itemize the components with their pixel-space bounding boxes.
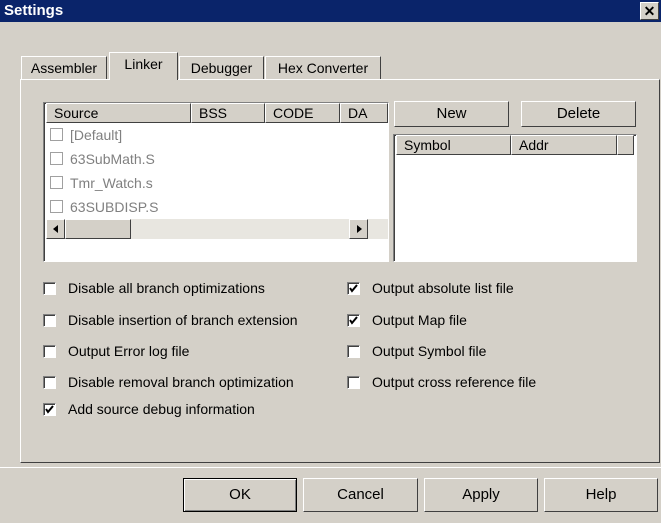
option-output-error-log[interactable]: Output Error log file xyxy=(43,341,189,361)
checkbox-checked[interactable] xyxy=(347,282,360,295)
row-checkbox[interactable] xyxy=(50,200,63,213)
row-checkbox[interactable] xyxy=(50,152,63,165)
arrow-left-icon xyxy=(52,225,58,233)
tab-linker[interactable]: Linker xyxy=(109,52,178,80)
column-header-source[interactable]: Source xyxy=(46,103,191,123)
arrow-right-icon xyxy=(356,225,362,233)
symbol-list[interactable]: Symbol Addr xyxy=(393,134,637,262)
checkbox[interactable] xyxy=(43,282,56,295)
tab-debugger[interactable]: Debugger xyxy=(179,56,264,80)
column-header-empty xyxy=(617,135,634,155)
title-bar: Settings ✕ xyxy=(0,0,661,22)
option-output-map-file[interactable]: Output Map file xyxy=(347,310,467,330)
option-output-cross-reference[interactable]: Output cross reference file xyxy=(347,372,536,392)
option-add-source-debug-info[interactable]: Add source debug information xyxy=(43,399,255,419)
checkbox[interactable] xyxy=(347,345,360,358)
option-disable-all-branch-optimizations[interactable]: Disable all branch optimizations xyxy=(43,278,265,298)
ok-button[interactable]: OK xyxy=(183,478,297,512)
tab-label: Linker xyxy=(124,56,163,72)
source-list[interactable]: Source BSS CODE DA [Default] 63SubMath.S… xyxy=(43,102,389,262)
tab-hex-converter[interactable]: Hex Converter xyxy=(265,56,381,80)
scroll-thumb[interactable] xyxy=(65,219,131,239)
row-checkbox[interactable] xyxy=(50,176,63,189)
delete-button[interactable]: Delete xyxy=(521,101,636,127)
checkbox[interactable] xyxy=(43,376,56,389)
help-button[interactable]: Help xyxy=(544,478,658,512)
checkmark-icon xyxy=(349,284,358,293)
checkbox[interactable] xyxy=(43,314,56,327)
list-item[interactable]: 63SUBDISP.S xyxy=(50,197,158,217)
column-header-symbol[interactable]: Symbol xyxy=(396,135,511,155)
scroll-right-button[interactable] xyxy=(349,219,368,239)
option-disable-removal-branch-optimization[interactable]: Disable removal branch optimization xyxy=(43,372,294,392)
tab-assembler[interactable]: Assembler xyxy=(21,56,107,80)
window-title: Settings xyxy=(4,2,64,19)
close-button[interactable]: ✕ xyxy=(640,2,659,20)
checkmark-icon xyxy=(349,316,358,325)
column-header-bss[interactable]: BSS xyxy=(191,103,265,123)
option-output-symbol-file[interactable]: Output Symbol file xyxy=(347,341,486,361)
divider xyxy=(0,467,661,468)
checkmark-icon xyxy=(45,405,54,414)
apply-button[interactable]: Apply xyxy=(424,478,538,512)
row-checkbox[interactable] xyxy=(50,128,63,141)
checkbox[interactable] xyxy=(347,376,360,389)
checkbox[interactable] xyxy=(43,345,56,358)
column-header-data[interactable]: DA xyxy=(340,103,388,123)
column-header-code[interactable]: CODE xyxy=(265,103,340,123)
horizontal-scrollbar[interactable] xyxy=(46,219,388,239)
cancel-button[interactable]: Cancel xyxy=(303,478,418,512)
scroll-left-button[interactable] xyxy=(46,219,65,239)
checkbox-checked[interactable] xyxy=(43,403,56,416)
list-item[interactable]: [Default] xyxy=(50,125,122,145)
column-header-addr[interactable]: Addr xyxy=(511,135,617,155)
new-button[interactable]: New xyxy=(394,101,509,127)
option-disable-insertion-branch-extension[interactable]: Disable insertion of branch extension xyxy=(43,310,298,330)
tab-label: Debugger xyxy=(190,60,253,76)
close-icon: ✕ xyxy=(643,3,656,19)
list-item[interactable]: Tmr_Watch.s xyxy=(50,173,153,193)
checkbox-checked[interactable] xyxy=(347,314,360,327)
tab-label: Hex Converter xyxy=(277,60,369,76)
tab-label: Assembler xyxy=(30,60,98,76)
list-item[interactable]: 63SubMath.S xyxy=(50,149,155,169)
option-output-absolute-list[interactable]: Output absolute list file xyxy=(347,278,514,298)
